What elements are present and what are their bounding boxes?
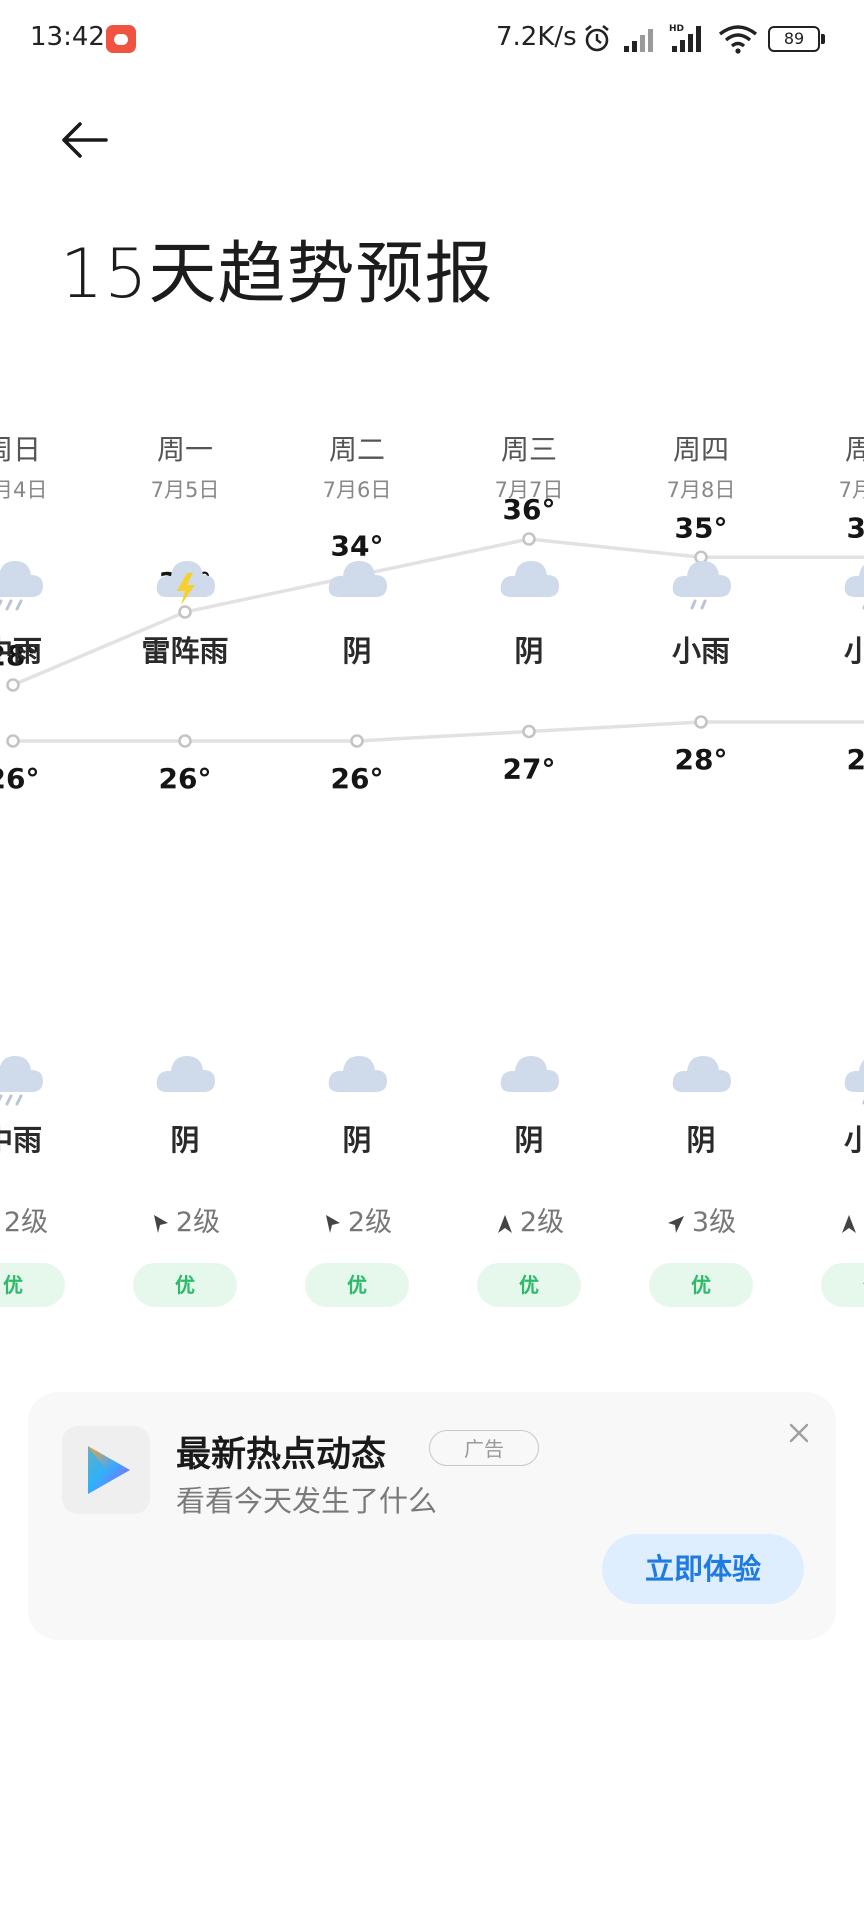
wind-direction-icon bbox=[497, 1214, 512, 1233]
aqi-badge: 优 bbox=[821, 1263, 864, 1307]
wifi-icon bbox=[718, 25, 758, 54]
aqi-badge: 优 bbox=[0, 1263, 65, 1307]
aqi-badge: 优 bbox=[649, 1263, 753, 1307]
cloud-icon bbox=[667, 1040, 735, 1108]
app-notification-icon bbox=[106, 25, 136, 53]
day-date: 7月4日 bbox=[0, 478, 48, 502]
rain-icon bbox=[0, 545, 47, 613]
day-date: 7月9日 bbox=[838, 478, 864, 502]
cloud-icon bbox=[323, 545, 391, 613]
close-icon[interactable] bbox=[784, 1418, 814, 1448]
wind-text: 2级 bbox=[3, 1207, 49, 1238]
light-rain-icon bbox=[839, 545, 864, 613]
ad-badge: 广告 bbox=[429, 1430, 539, 1466]
aqi-badge: 优 bbox=[477, 1263, 581, 1307]
day-column[interactable]: 周二 7月6日阴阴 2级优 bbox=[271, 420, 443, 1320]
day-date: 7月6日 bbox=[322, 478, 392, 502]
day-condition: 阴 bbox=[342, 634, 372, 668]
day-date: 7月7日 bbox=[494, 478, 564, 502]
cloud-icon bbox=[151, 1040, 219, 1108]
ad-subtitle: 看看今天发生了什么 bbox=[176, 1484, 438, 1518]
cloud-icon bbox=[495, 1040, 563, 1108]
night-condition: 阴 bbox=[686, 1123, 716, 1157]
aqi-badge: 优 bbox=[133, 1263, 237, 1307]
day-condition: 小雨 bbox=[671, 634, 730, 668]
day-date: 7月5日 bbox=[150, 478, 220, 502]
wind-level: 2级 bbox=[99, 1200, 271, 1239]
signal-hd-icon: HD bbox=[669, 24, 701, 52]
wind-direction-icon bbox=[667, 1215, 684, 1233]
wind-level: 2级 bbox=[271, 1200, 443, 1239]
night-condition: 阴 bbox=[342, 1123, 372, 1157]
day-condition: 阴 bbox=[514, 634, 544, 668]
rain-icon bbox=[0, 1040, 47, 1108]
ad-title: 最新热点动态 bbox=[176, 1435, 387, 1475]
wind-level: 2级 bbox=[443, 1200, 615, 1239]
light-rain-icon bbox=[839, 1040, 864, 1108]
day-column[interactable]: 周五7月9日小雨小雨2级优 bbox=[787, 420, 864, 1320]
forecast-scroller[interactable]: 28°26°32°26°34°26°36°27°35°28°35°28° 周日7… bbox=[0, 420, 864, 1320]
battery-level: 89 bbox=[768, 26, 820, 52]
night-condition: 中雨 bbox=[0, 1123, 42, 1157]
signal-icon bbox=[624, 29, 653, 52]
night-condition: 阴 bbox=[170, 1123, 200, 1157]
wind-text: 3级 bbox=[691, 1207, 737, 1238]
day-name: 周三 bbox=[500, 433, 557, 466]
wind-text: 2级 bbox=[519, 1207, 565, 1238]
cloud-icon bbox=[323, 1040, 391, 1108]
wind-level: 2级 bbox=[0, 1200, 99, 1239]
day-condition: 雷阵雨 bbox=[141, 634, 229, 668]
light-rain-icon bbox=[667, 545, 735, 613]
night-condition: 小雨 bbox=[843, 1123, 864, 1157]
day-column[interactable]: 周一 7月5日雷阵雨阴 2级优 bbox=[99, 420, 271, 1320]
wind-level: 3级 bbox=[615, 1200, 787, 1239]
wind-direction-icon bbox=[153, 1214, 168, 1233]
alarm-icon bbox=[585, 24, 609, 52]
wind-direction-icon bbox=[841, 1214, 856, 1233]
signal-hd-label: HD bbox=[669, 24, 684, 34]
day-column[interactable]: 周日7月4日中雨中雨2级优 bbox=[0, 420, 99, 1320]
ad-card[interactable]: 最新热点动态 广告 看看今天发生了什么 立即体验 bbox=[28, 1392, 836, 1640]
status-time: 13:42 bbox=[30, 22, 105, 52]
day-name: 周四 bbox=[672, 433, 729, 466]
day-condition: 小雨 bbox=[843, 634, 864, 668]
aqi-badge: 优 bbox=[305, 1263, 409, 1307]
wind-text: 2级 bbox=[175, 1207, 221, 1238]
wind-text: 2级 bbox=[347, 1207, 393, 1238]
wind-level: 2级 bbox=[787, 1200, 864, 1239]
battery-icon: 89 bbox=[768, 26, 825, 52]
day-date: 7月8日 bbox=[666, 478, 736, 502]
page-title: 15天趋势预报 bbox=[60, 235, 494, 314]
network-speed: 7.2K/s bbox=[496, 22, 577, 52]
thunderstorm-icon bbox=[151, 545, 219, 613]
play-logo-icon bbox=[62, 1426, 150, 1514]
day-name: 周五 bbox=[844, 433, 864, 466]
ad-cta-button[interactable]: 立即体验 bbox=[602, 1534, 804, 1604]
day-name: 周二 bbox=[328, 433, 385, 466]
day-name: 周一 bbox=[156, 433, 213, 466]
night-condition: 阴 bbox=[514, 1123, 544, 1157]
wind-direction-icon bbox=[325, 1214, 340, 1233]
day-name: 周日 bbox=[0, 433, 41, 466]
day-condition: 中雨 bbox=[0, 634, 42, 668]
day-column[interactable]: 周四 7月8日小雨阴 3级优 bbox=[615, 420, 787, 1320]
back-button[interactable] bbox=[52, 112, 116, 168]
cloud-icon bbox=[495, 545, 563, 613]
day-column[interactable]: 周三 7月7日阴阴 2级优 bbox=[443, 420, 615, 1320]
status-bar: 13:42 7.2K/s HD 89 bbox=[0, 0, 864, 80]
